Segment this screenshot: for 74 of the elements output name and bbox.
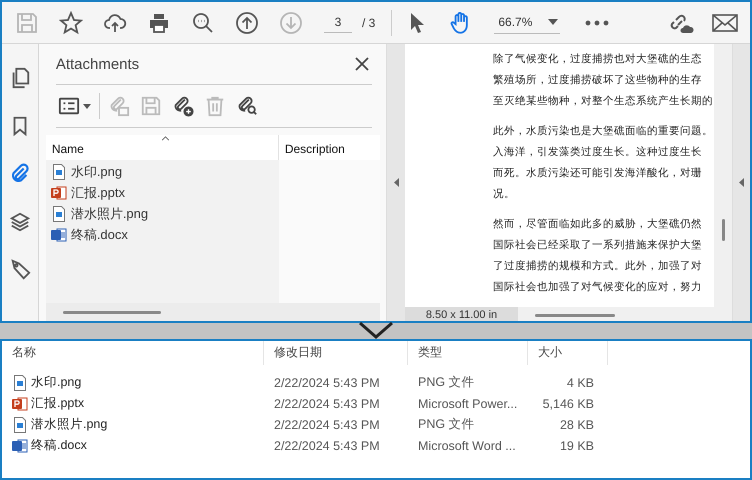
file-name: 水印.png	[31, 374, 82, 391]
image-file-icon	[12, 416, 28, 432]
column-header[interactable]: 类型	[408, 341, 528, 365]
word-file-icon	[50, 226, 67, 242]
zoom-icon	[190, 10, 214, 34]
column-header[interactable]: 修改日期	[264, 341, 408, 365]
document-text-line: 国际社会已经采取了一系列措施来保护大堡	[493, 238, 702, 253]
attach-folder-icon	[108, 95, 130, 117]
document-text-line: 入海洋，引发藻类过度生长。这种过度生长	[493, 145, 702, 160]
type-cell-text: Microsoft Power...	[417, 396, 518, 410]
powerpoint-file-icon	[12, 396, 28, 412]
file-row[interactable]: 汇报.pptx 2/22/2024 5:43 PM Microsoft Power... 5,146 KB	[2, 393, 604, 414]
more-icon	[584, 20, 609, 26]
panel-title: Attachments	[56, 56, 140, 72]
attachment-item[interactable]: 汇报.pptx	[46, 182, 125, 203]
file-name: 汇报.pptx	[31, 395, 84, 412]
page-total: / 3	[362, 16, 376, 30]
document-text-line: 而死。水质污染还可能引发海洋酸化，对珊	[493, 166, 702, 181]
column-header[interactable]: 名称	[2, 341, 264, 365]
document-text-line: 了过度捕捞的规模和方式。此外，加强了对	[493, 259, 702, 274]
caret-icon	[548, 19, 558, 25]
close-icon	[355, 57, 369, 71]
date-cell-text: 2/22/2024 5:43 PM	[273, 396, 381, 410]
file-row[interactable]: 水印.png 2/22/2024 5:43 PM PNG 文件 4 KB	[2, 372, 604, 393]
star-icon	[58, 10, 82, 34]
tag-icon	[8, 259, 31, 281]
attachment-item[interactable]: 终稿.docx	[46, 224, 128, 245]
search-attachment-icon	[236, 95, 258, 117]
size-cell-text: 28 KB	[558, 418, 595, 432]
save-icon	[14, 10, 38, 34]
type-cell-text: Microsoft Word ...	[417, 438, 517, 452]
document-text-line: 此外，水质污染也是大堡礁面临的重要问题。	[493, 124, 713, 139]
scrollbar-thumb[interactable]	[535, 314, 615, 317]
zoom-dropdown[interactable]: 66.7%	[494, 11, 560, 34]
word-file-icon	[12, 438, 28, 454]
add-attachment-icon	[172, 95, 194, 117]
file-row[interactable]: 潜水照片.png 2/22/2024 5:43 PM PNG 文件 28 KB	[2, 414, 604, 435]
file-row[interactable]: 终稿.docx 2/22/2024 5:43 PM Microsoft Word ... 19 KB	[2, 435, 604, 456]
type-cell-text: PNG 文件	[417, 374, 476, 391]
document-text-line: 繁殖场所，过度捕捞破坏了这些物种的生存	[493, 73, 702, 88]
envelope-icon	[712, 12, 738, 32]
scrollbar-thumb[interactable]	[722, 219, 725, 241]
expand-left-icon[interactable]	[394, 178, 398, 187]
description-column-header[interactable]: Description	[278, 135, 380, 160]
save-icon	[140, 95, 162, 117]
size-cell-text: 19 KB	[558, 438, 595, 452]
file-name: 潜水照片.png	[31, 416, 108, 433]
attachment-item[interactable]: 水印.png	[46, 161, 122, 182]
date-cell-text: 2/22/2024 5:43 PM	[273, 438, 381, 452]
page-number-field[interactable]: 3	[324, 12, 352, 33]
document-text-line: 除了气候变化，过度捕捞也对大堡礁的生态	[493, 52, 702, 67]
date-cell-text: 2/22/2024 5:43 PM	[273, 418, 381, 432]
caret-icon	[82, 104, 91, 108]
column-header[interactable]: 大小	[528, 341, 608, 365]
type-cell-text: PNG 文件	[417, 416, 476, 433]
document-text-line: 至灭绝某些物种，对整个生态系统产生长期的	[493, 94, 713, 109]
document-text-line: 况。	[493, 187, 515, 202]
sort-caret-icon	[160, 136, 170, 141]
image-file-icon	[50, 164, 67, 180]
chevron-down-icon	[358, 321, 394, 339]
document-text-line: 国际社会也加强了对气候变化的应对，努力	[493, 280, 702, 295]
layers-icon	[8, 211, 31, 233]
list-view-icon	[58, 95, 80, 117]
image-file-icon	[50, 206, 67, 222]
scrollbar-thumb[interactable]	[62, 310, 161, 314]
size-cell-text: 4 KB	[566, 376, 595, 390]
expand-left-icon[interactable]	[739, 178, 744, 187]
document-text-line: 然而，尽管面临如此多的威胁，大堡礁仍然	[493, 217, 702, 232]
size-cell-text: 5,146 KB	[542, 396, 595, 410]
image-file-icon	[12, 374, 28, 390]
date-cell-text: 2/22/2024 5:43 PM	[273, 376, 381, 390]
powerpoint-file-icon	[50, 184, 67, 200]
file-name: 终稿.docx	[31, 437, 87, 454]
attachment-item[interactable]: 潜水照片.png	[46, 203, 148, 224]
